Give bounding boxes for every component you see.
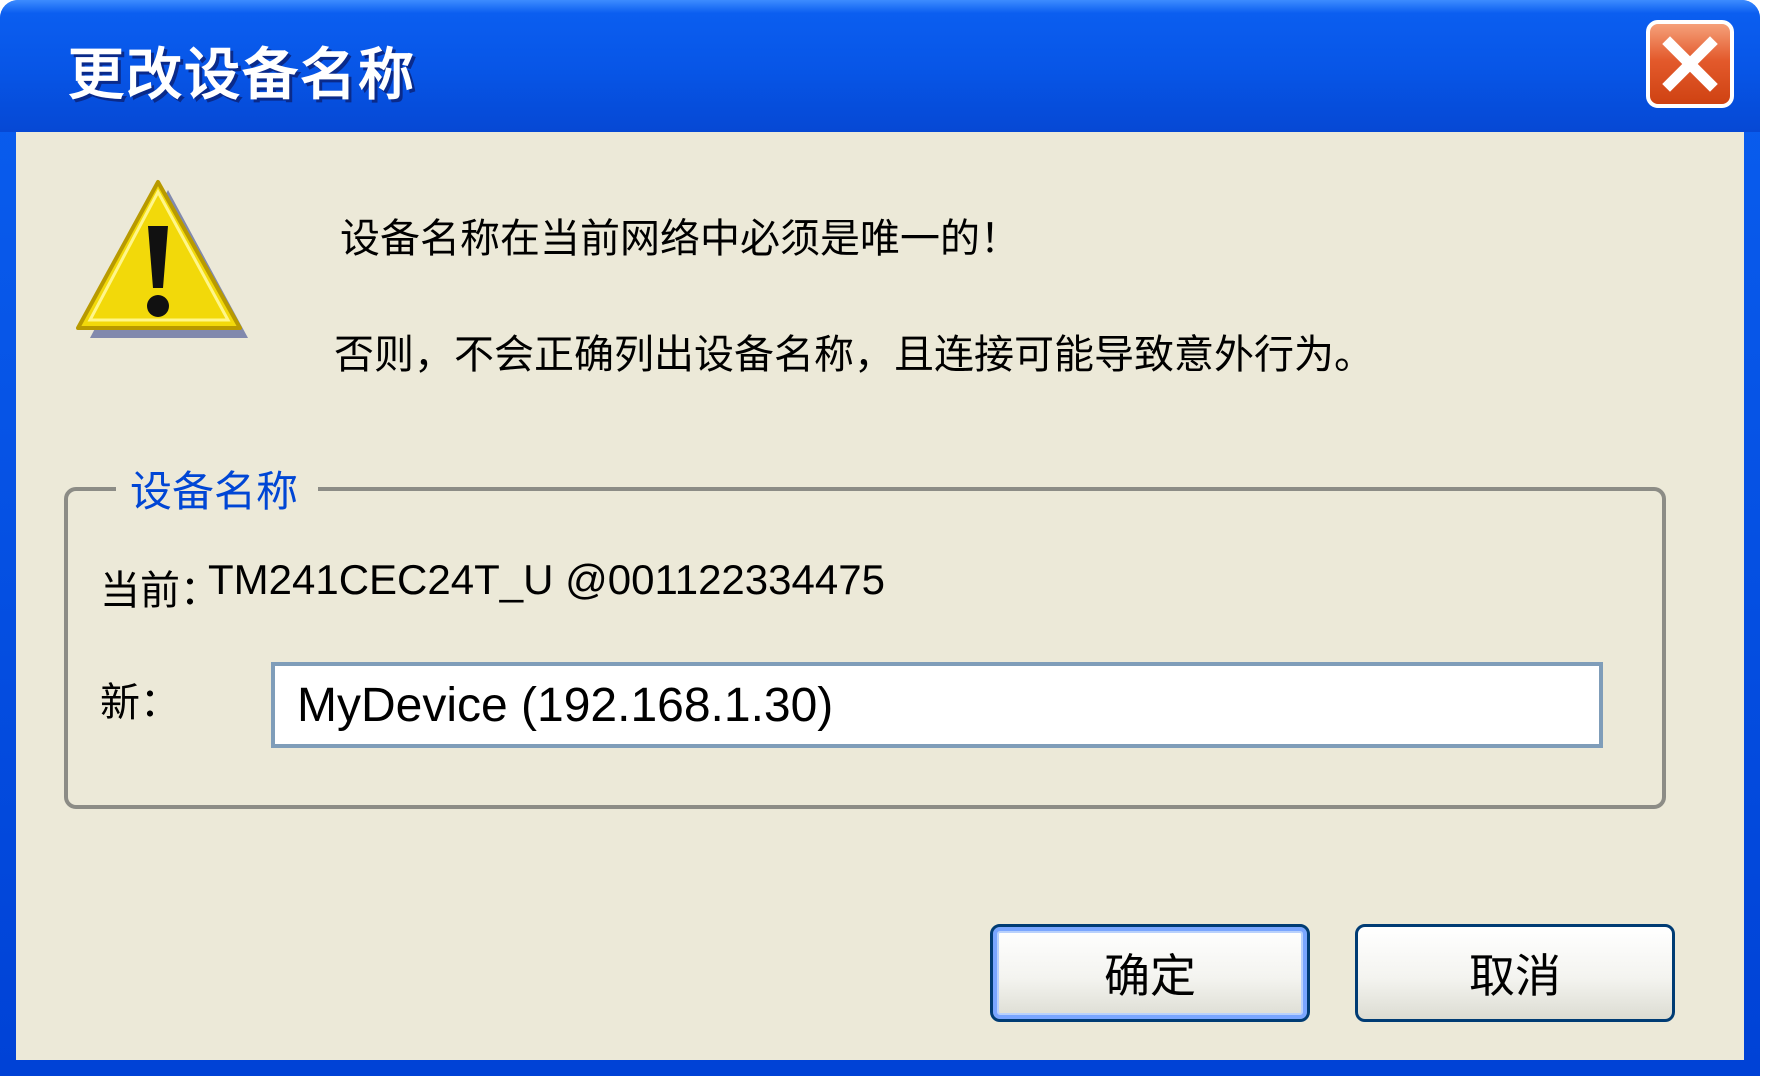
new-name-input[interactable]: [271, 662, 1603, 748]
message-line-2: 否则，不会正确列出设备名称，且连接可能导致意外行为。: [334, 332, 1374, 378]
dialog-body: 设备名称在当前网络中必须是唯一的！ 否则，不会正确列出设备名称，且连接可能导致意…: [16, 132, 1744, 1060]
groupbox-legend: 设备名称: [116, 458, 319, 519]
cancel-button[interactable]: 取消: [1355, 924, 1675, 1022]
title-bar[interactable]: 更改设备名称: [0, 0, 1760, 132]
dialog-window: 更改设备名称 设备名称在当前网络中必须是唯一的！ 否则，不会正确列出设备名称，且…: [0, 0, 1760, 1076]
current-name-value: TM241CEC24T_U @001122334475: [208, 556, 885, 603]
device-name-groupbox: [64, 487, 1666, 809]
current-name-label: 当前：: [100, 569, 220, 613]
close-icon: [1662, 36, 1718, 92]
new-name-label: 新：: [100, 681, 180, 725]
dialog-title: 更改设备名称: [68, 43, 416, 108]
message-line-1: 设备名称在当前网络中必须是唯一的！: [340, 216, 1020, 262]
close-button[interactable]: [1646, 20, 1734, 108]
warning-icon: [76, 180, 248, 338]
ok-button[interactable]: 确定: [990, 924, 1310, 1022]
